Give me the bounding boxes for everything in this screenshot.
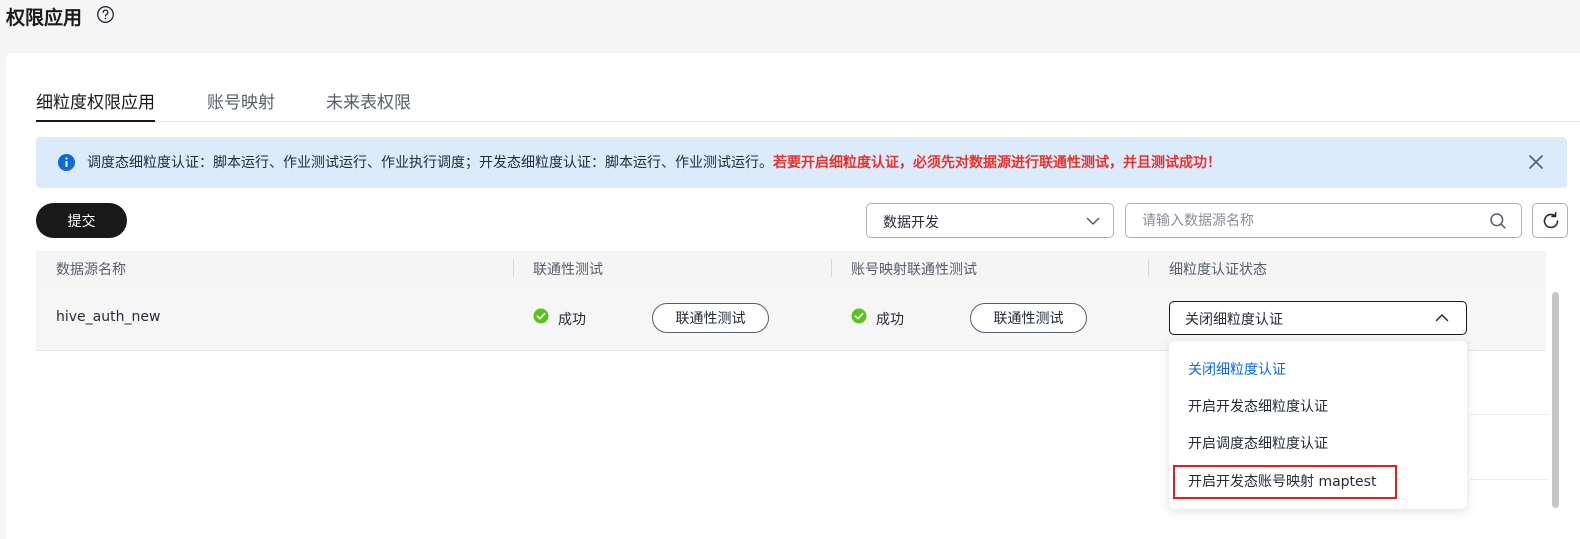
dropdown-option-disable-auth[interactable]: 关闭细粒度认证	[1169, 351, 1467, 385]
mapping-connectivity-test-button[interactable]: 联通性测试	[970, 303, 1087, 333]
connectivity-status: 成功	[558, 312, 586, 328]
vertical-scrollbar[interactable]	[1552, 292, 1559, 508]
refresh-icon	[1543, 212, 1559, 229]
search-box	[1125, 203, 1522, 238]
tab-future-table-permission[interactable]: 未来表权限	[326, 88, 411, 122]
highlight-box	[1173, 465, 1397, 499]
column-divider	[1148, 259, 1149, 277]
refresh-button[interactable]	[1532, 203, 1568, 238]
tab-account-mapping[interactable]: 账号映射	[207, 88, 275, 122]
auth-state-select[interactable]: 关闭细粒度认证	[1169, 301, 1467, 335]
module-filter-select[interactable]: 数据开发	[866, 203, 1114, 238]
check-circle-icon	[533, 308, 549, 324]
alert-info-text: 调度态细粒度认证：脚本运行、作业测试运行、作业执行调度；开发态细粒度认证：脚本运…	[87, 155, 773, 171]
chevron-up-icon	[1435, 314, 1449, 322]
connectivity-test-button[interactable]: 联通性测试	[652, 303, 769, 333]
column-header-mapping-connectivity: 账号映射联通性测试	[851, 262, 977, 278]
alert-message: 调度态细粒度认证：脚本运行、作业测试运行、作业执行调度；开发态细粒度认证：脚本运…	[87, 152, 1221, 172]
column-divider	[831, 259, 832, 277]
dropdown-option-enable-dev-auth[interactable]: 开启开发态细粒度认证	[1169, 388, 1467, 422]
column-divider	[513, 259, 514, 277]
column-header-datasource: 数据源名称	[56, 262, 126, 278]
tab-fine-grained-permission[interactable]: 细粒度权限应用	[36, 88, 155, 122]
tab-bar: 细粒度权限应用 账号映射 未来表权限	[36, 88, 1580, 122]
datasource-name: hive_auth_new	[56, 309, 161, 325]
auth-state-value: 关闭细粒度认证	[1185, 312, 1283, 328]
dropdown-option-label: 开启调度态细粒度认证	[1188, 436, 1328, 452]
row-divider	[1470, 479, 1548, 480]
dropdown-option-enable-schedule-auth[interactable]: 开启调度态细粒度认证	[1169, 425, 1467, 459]
column-header-connectivity: 联通性测试	[533, 262, 603, 278]
mapping-connectivity-status: 成功	[876, 312, 904, 328]
datasource-search-input[interactable]	[1142, 211, 1472, 231]
module-filter-value: 数据开发	[883, 215, 939, 231]
check-circle-icon	[851, 308, 867, 324]
search-icon[interactable]	[1489, 212, 1507, 230]
page-title: 权限应用	[6, 7, 83, 29]
close-icon[interactable]	[1527, 153, 1545, 171]
auth-state-dropdown: 关闭细粒度认证 开启开发态细粒度认证 开启调度态细粒度认证 开启开发态账号映射 …	[1169, 341, 1467, 509]
chevron-down-icon	[1086, 217, 1100, 225]
question-circle-icon[interactable]	[96, 5, 115, 24]
info-icon	[57, 153, 76, 172]
row-divider	[1470, 414, 1548, 415]
info-alert: 调度态细粒度认证：脚本运行、作业测试运行、作业执行调度；开发态细粒度认证：脚本运…	[36, 137, 1567, 188]
column-header-auth-state: 细粒度认证状态	[1169, 262, 1267, 278]
dropdown-option-label: 关闭细粒度认证	[1188, 362, 1286, 378]
alert-warning-text: 若要开启细粒度认证，必须先对数据源进行联通性测试，并且测试成功！	[773, 155, 1221, 171]
dropdown-option-label: 开启开发态细粒度认证	[1188, 399, 1328, 415]
table-header: 数据源名称 联通性测试 账号映射联通性测试 细粒度认证状态	[36, 251, 1546, 286]
submit-button[interactable]: 提交	[36, 203, 127, 238]
